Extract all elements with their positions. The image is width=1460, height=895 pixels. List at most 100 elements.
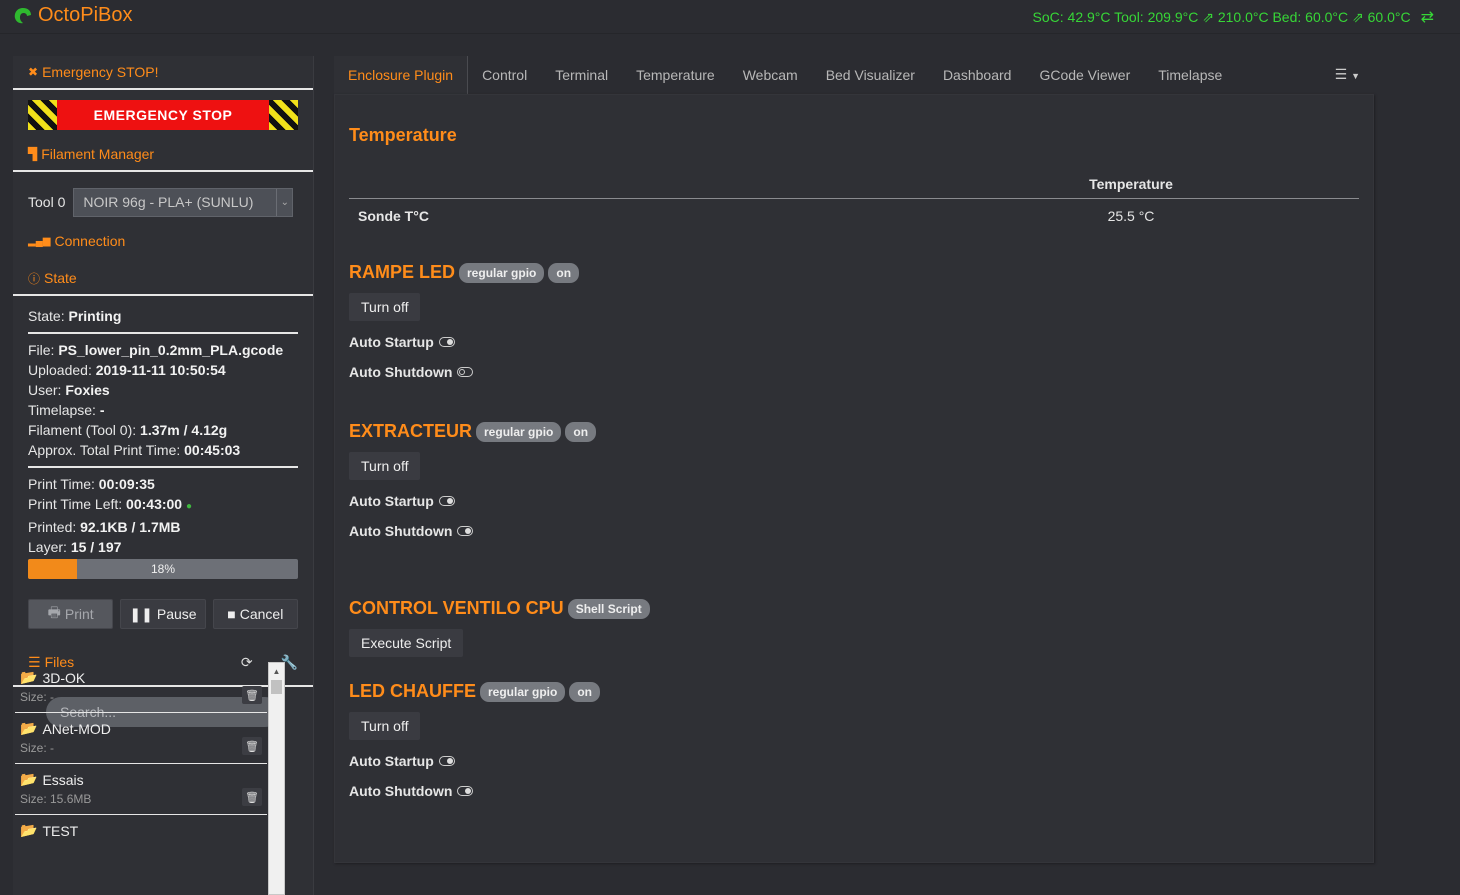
- main-tabs: Enclosure Plugin Control Terminal Temper…: [334, 56, 1374, 94]
- toggle-on-icon[interactable]: [457, 526, 474, 536]
- trash-icon[interactable]: 🗑: [242, 737, 262, 755]
- print-time-line: Print Time: 00:09:35: [28, 476, 155, 492]
- file-line: File: PS_lower_pin_0.2mm_PLA.gcode: [28, 342, 284, 358]
- tab-gcode-viewer[interactable]: GCode Viewer: [1025, 56, 1144, 94]
- tab-control[interactable]: Control: [468, 56, 541, 94]
- state-value: Printing: [68, 308, 122, 324]
- list-item[interactable]: 📂 Essais Size: 15.6MB 🗑: [15, 764, 267, 815]
- auto-shutdown-option: Auto Shutdown: [349, 782, 1359, 800]
- brand[interactable]: OctoPiBox: [12, 4, 132, 27]
- device-type-badge: Shell Script: [567, 598, 650, 619]
- pause-icon: ❚❚: [129, 605, 153, 622]
- timelapse-line: Timelapse: -: [28, 402, 105, 418]
- connection-arrows-icon[interactable]: ⇄: [1421, 7, 1434, 27]
- scrollbar-thumb[interactable]: [271, 680, 282, 694]
- device-title: EXTRACTEUR: [349, 421, 473, 441]
- hamburger-icon: ☰: [1334, 66, 1348, 82]
- toggle-on-icon[interactable]: [438, 337, 455, 347]
- list-item[interactable]: 📂 ANet-MOD Size: - 🗑: [15, 713, 267, 764]
- device-led-chauffe: LED CHAUFFE regular gpio on: [349, 681, 1359, 702]
- turn-off-button[interactable]: Turn off: [349, 293, 421, 321]
- turn-off-button[interactable]: Turn off: [349, 712, 421, 740]
- trash-icon[interactable]: 🗑: [242, 788, 262, 806]
- device-type-badge: regular gpio: [480, 681, 566, 702]
- status-badge: on: [548, 262, 580, 283]
- user-line: User: Foxies: [28, 382, 110, 398]
- filament-title: Filament Manager: [41, 146, 155, 162]
- time-left-line: Print Time Left: 00:43:00 ●: [28, 496, 193, 512]
- file-list: 📂 3D-OK Size: - 🗑 📂 ANet-MOD Size: - 🗑 📂 Es…: [15, 662, 267, 866]
- top-navbar: OctoPiBox SoC: 42.9°C Tool: 209.9°C ⇗ 21…: [0, 0, 1460, 34]
- device-extracteur: EXTRACTEUR regular gpio on: [349, 421, 1359, 442]
- file-size: Size: -: [20, 741, 55, 755]
- print-button[interactable]: 🖶 Print: [28, 599, 114, 629]
- cancel-button[interactable]: ■ Cancel: [212, 599, 298, 629]
- list-item[interactable]: 📂 TEST: [15, 815, 267, 866]
- device-rampe-led: RAMPE LED regular gpio on: [349, 262, 1359, 283]
- filament-header[interactable]: ▜ Filament Manager: [13, 138, 313, 172]
- printed-line: Printed: 92.1KB / 1.7MB: [28, 519, 181, 535]
- pause-button[interactable]: ❚❚ Pause: [120, 599, 206, 629]
- emergency-stop-button[interactable]: EMERGENCY STOP: [28, 100, 298, 130]
- toggle-on-icon[interactable]: [438, 496, 455, 506]
- tool-row: Tool 0 NOIR 96g - PLA+ (SUNLU) ⌄: [13, 172, 313, 222]
- toggle-on-icon[interactable]: [457, 786, 474, 796]
- layer-line: Layer: 15 / 197: [28, 539, 122, 555]
- temperature-column-header: Temperature: [903, 170, 1359, 199]
- signal-icon: ▂▄▆: [28, 235, 51, 247]
- emergency-stop-label: EMERGENCY STOP: [57, 100, 269, 130]
- state-panel: State: Printing File: PS_lower_pin_0.2mm…: [13, 296, 313, 579]
- auto-shutdown-option: Auto Shutdown: [349, 363, 1359, 381]
- table-header-blank: [349, 170, 903, 199]
- scroll-up-arrow-icon[interactable]: ▲: [269, 663, 284, 680]
- folder-open-icon: 📂: [20, 720, 38, 736]
- brand-name: OctoPiBox: [38, 4, 133, 26]
- list-item[interactable]: 📂 3D-OK Size: - 🗑: [15, 662, 267, 713]
- state-line: State: Printing: [28, 308, 122, 324]
- turn-off-button[interactable]: Turn off: [349, 452, 421, 480]
- folder-open-icon: 📂: [20, 822, 38, 838]
- sensor-label: Sonde T°C: [358, 208, 429, 225]
- spool-select[interactable]: NOIR 96g - PLA+ (SUNLU) ⌄: [73, 187, 294, 217]
- file-size: Size: -: [20, 690, 55, 704]
- tab-terminal[interactable]: Terminal: [541, 56, 622, 94]
- tab-dashboard[interactable]: Dashboard: [929, 56, 1026, 94]
- close-icon: ✖: [28, 65, 39, 79]
- tab-bed-visualizer[interactable]: Bed Visualizer: [812, 56, 929, 94]
- temperature-section-title: Temperature: [349, 125, 457, 145]
- table-row: Sonde T°C 25.5 °C: [349, 198, 1359, 234]
- temperature-readout: SoC: 42.9°C Tool: 209.9°C ⇗ 210.0°C Bed:…: [1032, 8, 1411, 25]
- execute-script-button[interactable]: Execute Script: [349, 629, 464, 657]
- tab-timelapse[interactable]: Timelapse: [1144, 56, 1236, 94]
- tab-enclosure-plugin[interactable]: Enclosure Plugin: [334, 56, 469, 94]
- state-header[interactable]: ⓘ State: [13, 262, 313, 296]
- hazard-stripe-right: [269, 100, 298, 130]
- sensor-value: 25.5 °C: [1107, 208, 1155, 225]
- emergency-title: Emergency STOP!: [42, 64, 159, 80]
- divider: [28, 332, 298, 334]
- tabs-overflow-menu[interactable]: ☰ ▼: [1335, 66, 1360, 83]
- uploaded-line: Uploaded: 2019-11-11 10:50:54: [28, 362, 226, 378]
- auto-startup-option: Auto Startup: [349, 333, 1359, 351]
- info-icon: ⓘ: [28, 271, 41, 286]
- file-list-scrollbar[interactable]: ▲: [268, 662, 285, 895]
- job-controls: 🖶 Print ❚❚ Pause ■ Cancel: [13, 579, 313, 629]
- trash-icon[interactable]: 🗑: [242, 686, 262, 704]
- state-title: State: [44, 270, 77, 286]
- tab-webcam[interactable]: Webcam: [729, 56, 812, 94]
- divider: [28, 466, 298, 468]
- folder-open-icon: 📂: [20, 669, 38, 685]
- tab-temperature[interactable]: Temperature: [622, 56, 729, 94]
- device-control-ventilo-cpu: CONTROL VENTILO CPU Shell Script: [349, 598, 1359, 619]
- enclosure-panel: Temperature Temperature Sonde T°C 25.5 °…: [334, 94, 1374, 863]
- connection-header[interactable]: ▂▄▆ Connection: [13, 224, 313, 258]
- toggle-on-icon[interactable]: [438, 756, 455, 766]
- toggle-off-icon[interactable]: [457, 367, 474, 377]
- emergency-header[interactable]: ✖ Emergency STOP!: [13, 56, 313, 90]
- hazard-stripe-left: [28, 100, 57, 130]
- print-progress-bar: 18%: [28, 559, 298, 579]
- stop-icon: ■: [227, 606, 236, 622]
- device-title: RAMPE LED: [349, 262, 456, 282]
- octopus-logo-icon: [14, 7, 31, 23]
- chevron-down-icon: ⌄: [276, 188, 292, 216]
